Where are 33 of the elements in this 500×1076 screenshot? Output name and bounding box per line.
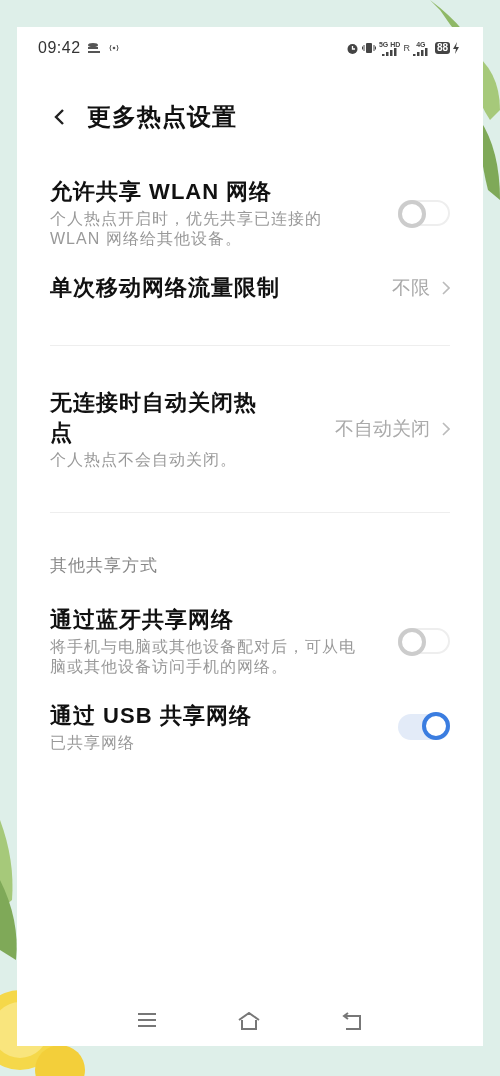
menu-button[interactable] [137, 1012, 157, 1028]
signal-icon [412, 47, 429, 56]
setting-row[interactable]: 无连接时自动关闭热点 个人热点不会自动关闭。 不自动关闭 [50, 376, 450, 482]
setting-title: 通过蓝牙共享网络 [50, 605, 235, 634]
setting-title: 单次移动网络流量限制 [50, 274, 281, 302]
signal-icon [381, 47, 398, 56]
chevron-right-icon [442, 422, 450, 436]
back-icon [53, 108, 65, 126]
roaming-label: R [403, 42, 410, 55]
setting-row[interactable]: 单次移动网络流量限制 不限 [50, 261, 450, 315]
section-header: 其他共享方式 [50, 555, 159, 577]
alarm-icon [345, 41, 359, 55]
toggle-switch[interactable] [398, 713, 450, 740]
page-title: 更多热点设置 [87, 102, 237, 132]
hotspot-icon [106, 43, 121, 53]
back-nav-button[interactable] [341, 1012, 363, 1030]
setting-description: 将手机与电脑或其他设备配对后，可从电脑或其他设备访问手机的网络。 [50, 636, 357, 677]
status-time: 09:42 [38, 38, 81, 58]
setting-title: 通过 USB 共享网络 [50, 701, 253, 730]
battery-level: 88 [434, 42, 450, 54]
setting-value: 不限 [392, 275, 430, 300]
toggle-switch[interactable] [398, 627, 450, 654]
setting-description: 个人热点开启时，优先共享已连接的WLAN 网络给其他设备。 [50, 209, 323, 249]
vibrate-icon [361, 42, 376, 54]
chevron-right-icon [442, 281, 450, 295]
setting-value: 不自动关闭 [335, 416, 430, 441]
home-button[interactable] [237, 1012, 261, 1030]
toggle-switch[interactable] [398, 200, 450, 226]
setting-description: 已共享网络 [50, 732, 136, 753]
setting-description: 个人热点不会自动关闭。 [50, 450, 238, 470]
charging-icon [453, 42, 459, 54]
setting-title: 无连接时自动关闭热点 [50, 389, 258, 447]
setting-title: 允许共享 WLAN 网络 [50, 178, 274, 206]
